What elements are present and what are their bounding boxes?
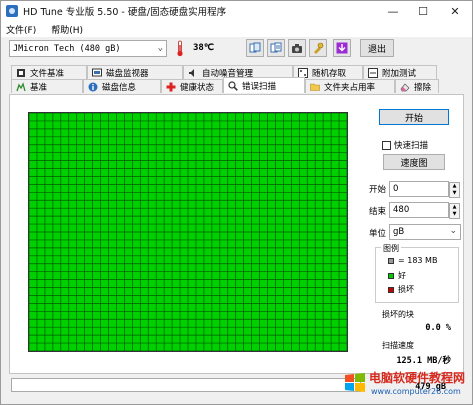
tab-label: 健康状态 [180,82,215,93]
tab-label: 错误扫描 [242,81,277,92]
quick-scan-label: 快速扫描 [394,141,429,151]
toolbar: JMicron Tech (480 gB) ⌄ 38℃ 退出 [1,37,472,59]
eraser-icon [400,82,410,91]
scan-speed-label: 扫描速度 [382,341,414,350]
tab-label: 文件基准 [30,68,65,79]
menu-bar: 文件(F) 帮助(H) [1,21,472,37]
damaged-blocks-value: 0.0 % [425,323,451,333]
window-title: HD Tune 专业版 5.50 - 硬盘/固态硬盘实用程序 [23,7,227,18]
unit-select[interactable]: gB ⌄ [389,224,461,240]
tab-label: 随机存取 [312,68,347,79]
magnifier-icon [228,80,238,91]
hdtune-app-icon [6,5,18,17]
start-label: 开始 [369,185,387,195]
camera-icon [292,44,302,53]
tab-extra-tests[interactable]: 附加测试 [363,65,437,79]
legend-good: 好 [388,270,406,281]
good-swatch [388,272,394,279]
legend-bad: 损坏 [388,284,414,295]
drive-select-value: JMicron Tech (480 gB) [13,43,121,54]
drive-select[interactable]: JMicron Tech (480 gB) ⌄ [9,40,167,57]
minimize-button[interactable]: — [378,1,408,21]
block-swatch [388,257,394,264]
copy-info-button[interactable] [246,39,264,57]
tab-label: 基准 [30,82,48,93]
legend-block-size: = 183 MB [388,256,437,265]
quick-scan-checkbox[interactable]: 快速扫描 [382,139,428,151]
scan-speed-value: 125.1 MB/秒 [396,356,451,366]
tab-disk-monitor[interactable]: 磁盘监视器 [87,65,183,79]
tools-icon [314,42,324,54]
menu-help[interactable]: 帮助(H) [51,23,83,36]
tab-row-2: 基准 磁盘信息 健康状态 错误扫描 文件夹占用率 擦除 [11,77,439,93]
watermark: 电脑软硬件教程网 www.computer26.com [341,367,471,403]
tab-label: 擦除 [414,82,432,93]
benchmark-icon [16,81,26,91]
tab-folder-usage[interactable]: 文件夹占用率 [305,79,395,93]
speed-map-button[interactable]: 速度图 [383,154,445,170]
unit-value: gB [393,227,405,237]
tab-label: 磁盘监视器 [106,68,149,79]
watermark-text: 电脑软硬件教程网 [369,371,466,385]
info-icon [88,82,98,91]
start-spin-arrows[interactable]: ▲ ▼ [449,182,460,198]
legend-title: 图例 [381,243,401,254]
tab-error-scan[interactable]: 错误扫描 [223,77,305,93]
temperature-readout: 38℃ [193,43,214,53]
legend: 图例 = 183 MB 好 损坏 [375,243,459,303]
bad-swatch [388,286,394,293]
extra-tests-icon [368,67,378,78]
tab-label: 文件夹占用率 [324,82,376,93]
copy-screen-button[interactable] [267,39,285,57]
close-button[interactable]: ✕ [440,1,470,21]
tab-health[interactable]: 健康状态 [161,79,223,93]
status-bar [11,378,361,392]
end-input[interactable]: 480 ▲ ▼ [389,202,460,219]
folder-icon [310,83,320,91]
tab-file-benchmark[interactable]: 文件基准 [11,65,87,79]
watermark-url: www.computer26.com [371,387,461,396]
file-benchmark-icon [17,68,25,77]
chevron-down-icon: ⌄ [449,226,457,236]
save-button[interactable] [333,39,351,57]
health-cross-icon [166,82,176,91]
chevron-down-icon: ⌄ [157,43,163,53]
end-spin-arrows[interactable]: ▲ ▼ [449,203,460,219]
maximize-button[interactable]: ☐ [408,1,438,21]
good-text: 好 [398,271,406,280]
menu-file[interactable]: 文件(F) [6,23,36,36]
tab-label: 磁盘信息 [102,82,137,93]
speaker-icon [189,68,194,77]
tab-label: 附加测试 [382,68,417,79]
disk-monitor-icon [92,68,102,76]
block-size-text: = 183 MB [398,256,438,265]
error-scan-panel: 开始 快速扫描 速度图 开始 0 ▲ ▼ 结束 480 ▲ ▼ 单位 gB ⌄ 图例… [9,94,464,374]
checkbox-box[interactable] [382,140,391,150]
damaged-blocks-label: 损坏的块 [382,310,414,319]
title-bar: HD Tune 专业版 5.50 - 硬盘/固态硬盘实用程序 — ☐ ✕ [1,1,472,21]
start-value: 0 [393,184,399,194]
bad-text: 损坏 [398,285,414,294]
screenshot-button[interactable] [288,39,306,57]
options-button[interactable] [309,39,327,57]
end-value: 480 [393,205,410,215]
start-input[interactable]: 0 ▲ ▼ [389,181,460,198]
unit-label: 单位 [369,229,387,239]
tab-disk-info[interactable]: 磁盘信息 [83,79,161,93]
download-icon [336,42,348,54]
tab-benchmark[interactable]: 基准 [11,79,83,93]
exit-button[interactable]: 退出 [360,39,394,57]
windows-logo-icon [345,373,365,392]
start-scan-button[interactable]: 开始 [379,109,449,125]
app-window: HD Tune 专业版 5.50 - 硬盘/固态硬盘实用程序 — ☐ ✕ 文件(… [0,0,473,405]
copy-screen-icon [270,42,282,53]
random-access-icon [298,67,308,78]
end-label: 结束 [369,207,387,217]
tab-erase[interactable]: 擦除 [395,79,439,93]
thermometer-icon [177,40,183,57]
scan-block-map [28,112,348,352]
copy-info-icon [249,42,261,53]
